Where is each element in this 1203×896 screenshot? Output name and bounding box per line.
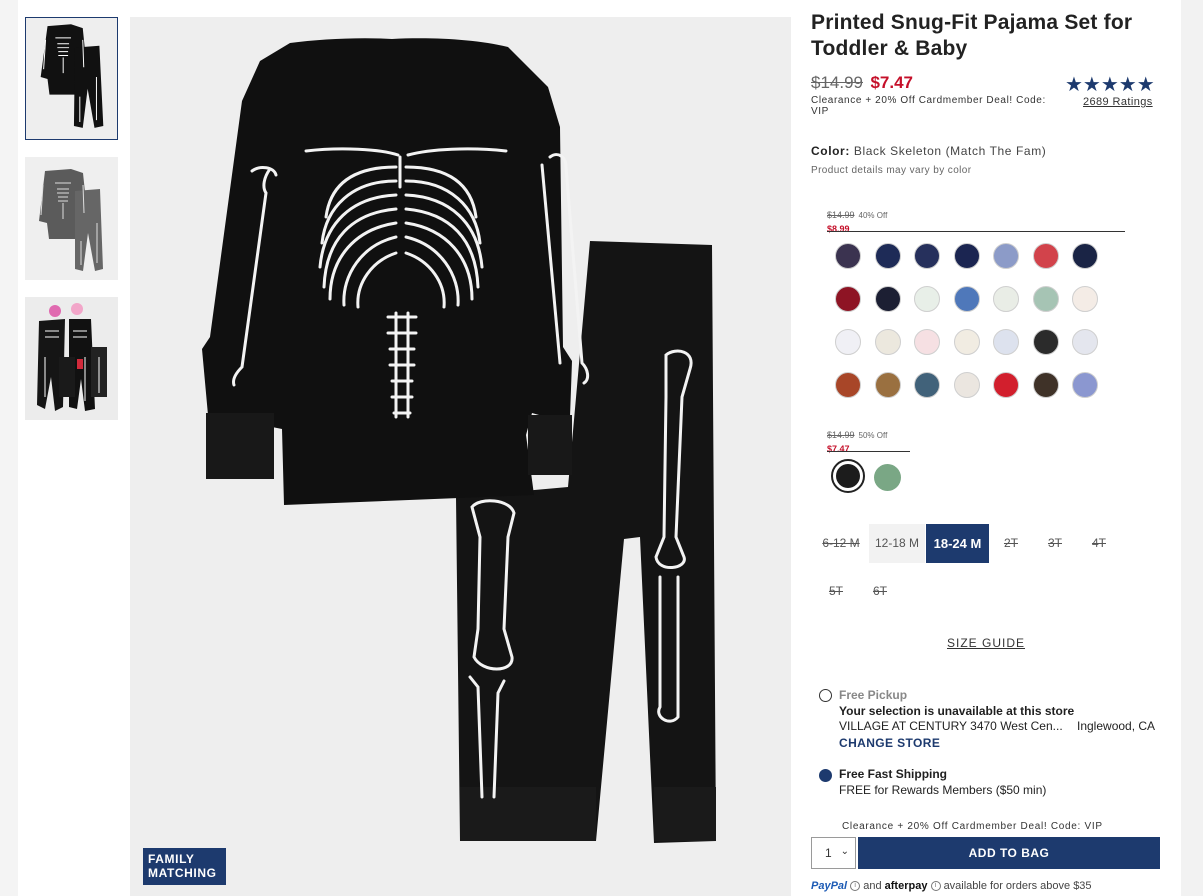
color-swatch[interactable]: [953, 286, 980, 312]
badge-line-1: FAMILY: [148, 852, 195, 866]
color-swatch[interactable]: [993, 243, 1019, 269]
size-option-5t[interactable]: 5T: [813, 572, 859, 611]
scrollbar-track[interactable]: [1181, 0, 1203, 896]
color-swatch[interactable]: [1072, 329, 1098, 355]
info-icon[interactable]: i: [850, 881, 861, 892]
afterpay-logo: afterpay: [884, 880, 928, 892]
main-product-image[interactable]: FAMILY MATCHING: [130, 17, 791, 896]
color-swatch[interactable]: [874, 372, 901, 398]
color-swatch[interactable]: [1072, 243, 1098, 269]
payment-options-row: PayPal i and afterpay i available for or…: [811, 880, 1092, 892]
page-gutter-left: [0, 0, 18, 896]
color-note: Product details may vary by color: [811, 165, 972, 176]
color-swatch[interactable]: [835, 243, 861, 269]
change-store-link[interactable]: CHANGE STORE: [839, 736, 940, 750]
sale-price: $7.47: [870, 73, 913, 92]
family-matching-badge: FAMILY MATCHING: [143, 848, 226, 885]
color-swatch[interactable]: [1072, 372, 1098, 398]
pickup-status: Your selection is unavailable at this st…: [839, 704, 1075, 718]
color-swatch[interactable]: [1032, 243, 1059, 269]
size-option-6t[interactable]: 6T: [857, 572, 903, 611]
tier-was-price: $14.99: [827, 430, 855, 440]
add-to-bag-button[interactable]: ADD TO BAG: [858, 837, 1160, 869]
original-price: $14.99: [811, 73, 863, 92]
size-option-12-18m[interactable]: 12-18 M: [869, 524, 925, 563]
color-swatch[interactable]: [1032, 372, 1059, 398]
product-title: Printed Snug-Fit Pajama Set for Toddler …: [811, 11, 1133, 60]
size-guide-link[interactable]: SIZE GUIDE: [947, 636, 1025, 650]
color-swatch[interactable]: [953, 329, 980, 355]
tier-divider: [827, 451, 910, 452]
info-icon[interactable]: i: [930, 881, 941, 892]
paypal-logo: PayPal: [811, 880, 848, 892]
color-swatch[interactable]: [835, 372, 861, 398]
size-option-4t[interactable]: 4T: [1077, 524, 1121, 563]
color-label-row: Color: Black Skeleton (Match The Fam): [811, 144, 1046, 158]
color-label: Color:: [811, 144, 850, 158]
quantity-select[interactable]: 1 ⌄: [811, 837, 856, 869]
badge-line-2: MATCHING: [148, 866, 217, 880]
color-value: Black Skeleton (Match The Fam): [853, 144, 1047, 158]
price-tier-2: $14.99 50% Off $7.47: [827, 425, 887, 454]
pickup-city: Inglewood, CA: [1077, 719, 1156, 733]
deal-note: Clearance + 20% Off Cardmember Deal! Cod…: [811, 95, 1046, 117]
swatch-fill: [836, 464, 860, 488]
size-option-18-24m[interactable]: 18-24 M: [926, 524, 989, 563]
payments-text: available for orders above $35: [943, 880, 1092, 892]
tier-divider: [827, 231, 1125, 232]
color-swatch[interactable]: [1032, 329, 1059, 355]
thumbnail-3[interactable]: [25, 297, 118, 420]
tier-now-price: $7.47: [827, 444, 850, 454]
pickup-radio[interactable]: [819, 689, 832, 702]
size-option-2t[interactable]: 2T: [989, 524, 1033, 563]
quantity-value: 1: [825, 846, 832, 860]
pajama-thumbnail-image: [25, 157, 118, 280]
color-swatch[interactable]: [835, 329, 861, 355]
skeleton-pajama-illustration: [130, 17, 791, 896]
thumbnail-1[interactable]: [25, 17, 118, 140]
color-swatch[interactable]: [953, 372, 980, 398]
ratings-link[interactable]: 2689 Ratings: [1083, 96, 1153, 108]
color-swatch[interactable]: [914, 243, 940, 269]
color-swatch[interactable]: [993, 372, 1019, 398]
tier-discount: 50% Off: [858, 431, 888, 440]
color-swatch[interactable]: [874, 243, 901, 269]
color-swatch[interactable]: [874, 286, 901, 312]
price-tier-1: $14.99 40% Off $8.99: [827, 205, 887, 234]
swatch-green[interactable]: [874, 464, 901, 491]
color-swatch[interactable]: [953, 243, 980, 269]
color-swatch[interactable]: [993, 286, 1019, 312]
tier-discount: 40% Off: [858, 211, 888, 220]
pajama-thumbnail-image: [26, 18, 117, 139]
color-swatch[interactable]: [914, 372, 940, 398]
color-swatch[interactable]: [874, 329, 901, 355]
family-photo-thumbnail: [25, 297, 118, 420]
thumbnail-2[interactable]: [25, 157, 118, 280]
swatch-black-skeleton-selected[interactable]: [831, 459, 865, 493]
color-swatch[interactable]: [1032, 286, 1059, 312]
color-swatch[interactable]: [835, 286, 861, 312]
color-swatch[interactable]: [914, 329, 940, 355]
chevron-down-icon: ⌄: [840, 846, 849, 857]
color-swatch[interactable]: [914, 286, 940, 312]
payments-and: and: [863, 880, 882, 892]
shipping-radio[interactable]: [819, 769, 832, 782]
size-option-6-12m[interactable]: 6-12 M: [813, 524, 869, 563]
pickup-title: Free Pickup: [839, 688, 908, 702]
tier-was-price: $14.99: [827, 210, 855, 220]
cart-deal-note: Clearance + 20% Off Cardmember Deal! Cod…: [842, 821, 1103, 832]
pickup-store: VILLAGE AT CENTURY 3470 West Cen...: [839, 719, 1063, 733]
shipping-text: FREE for Rewards Members ($50 min): [839, 783, 1047, 797]
color-swatch[interactable]: [993, 329, 1019, 355]
tier-now-price: $8.99: [827, 224, 850, 234]
thumbnail-list: [25, 17, 118, 437]
color-swatch[interactable]: [1072, 286, 1098, 312]
star-rating[interactable]: ★★★★★: [1065, 72, 1155, 97]
shipping-title: Free Fast Shipping: [839, 767, 948, 781]
size-option-3t[interactable]: 3T: [1033, 524, 1077, 563]
price-row: $14.99 $7.47: [811, 73, 913, 93]
